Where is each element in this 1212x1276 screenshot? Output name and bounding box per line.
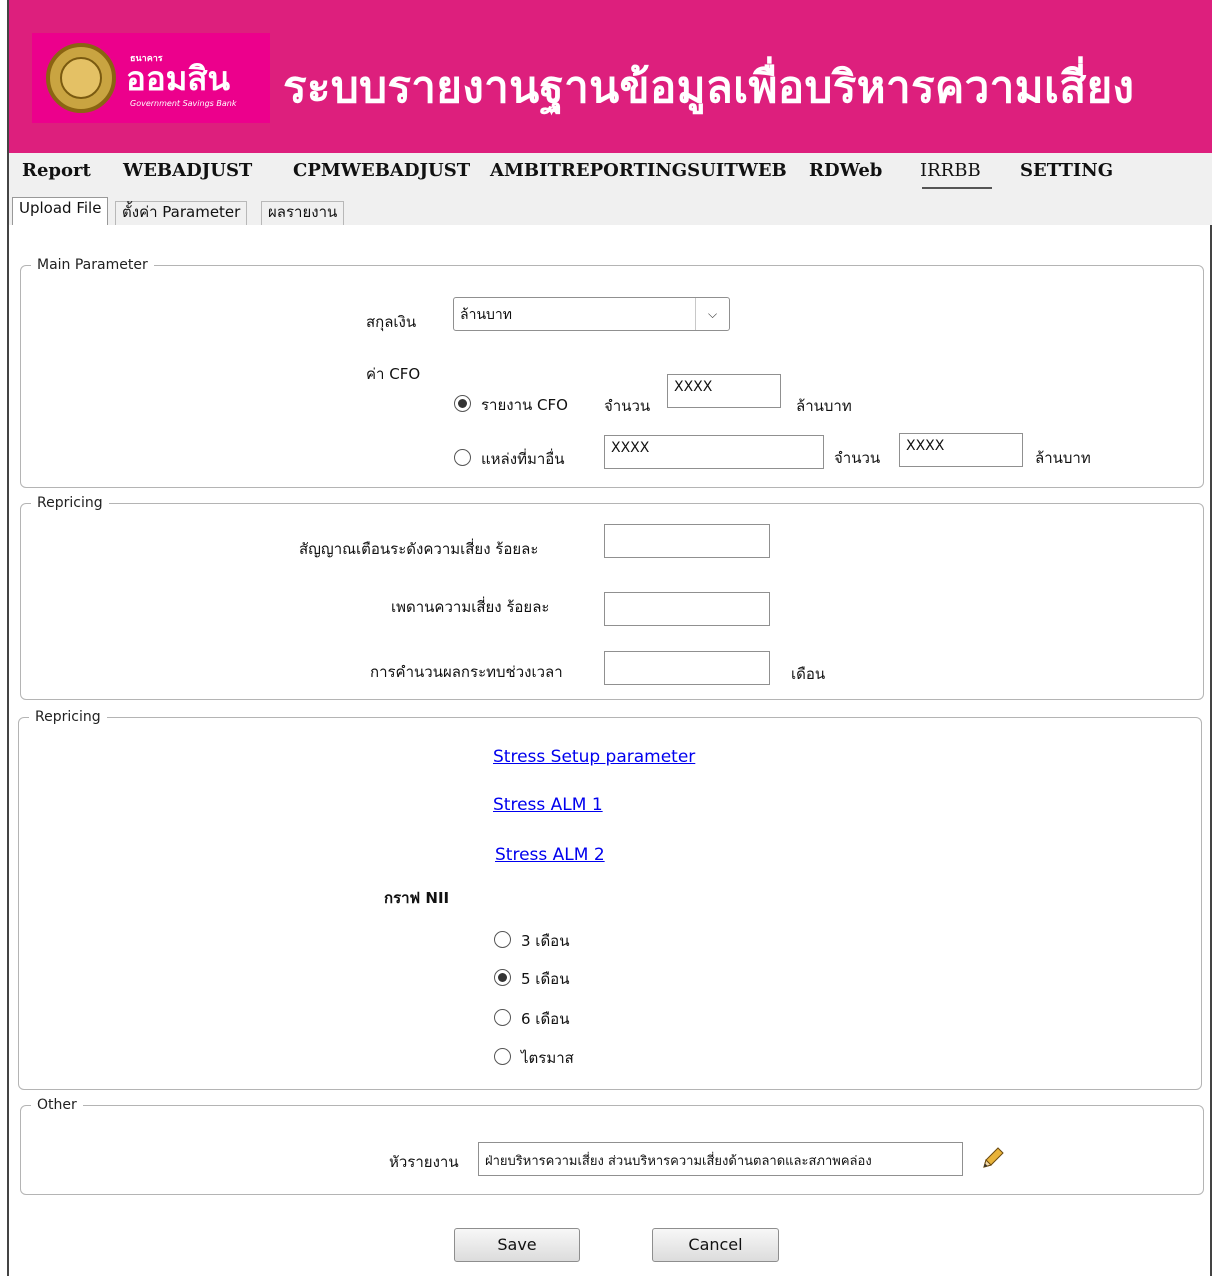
app-header: ธนาคาร ออมสิน Government Savings Bank ระ…	[9, 0, 1212, 153]
menu-item-webadjust[interactable]: WEBADJUST	[123, 160, 252, 181]
stress-legend: Repricing	[29, 709, 107, 725]
impact-period-input[interactable]	[604, 651, 770, 685]
cfo-label: ค่า CFO	[366, 365, 421, 383]
nii-option-quarter-label: ไตรมาส	[521, 1049, 574, 1067]
warning-level-input[interactable]	[604, 524, 770, 558]
menu-item-setting[interactable]: SETTING	[1020, 160, 1113, 181]
warning-level-label: สัญญาณเตือนระดังความเสี่ยง ร้อยละ	[299, 540, 539, 558]
tab-report-result[interactable]: ผลรายงาน	[261, 201, 345, 225]
other-amount-label: จำนวน	[834, 449, 881, 467]
currency-select[interactable]: ล้านบาท ⌵	[453, 297, 730, 331]
logo-name: ออมสิน	[126, 59, 231, 98]
active-menu-underline	[922, 187, 992, 189]
menu-item-ambitreportingsuitweb[interactable]: AMBITREPORTINGSUITWEB	[490, 160, 787, 181]
top-menu: Report WEBADJUST CPMWEBADJUST AMBITREPOR…	[9, 153, 1212, 195]
repricing-legend: Repricing	[31, 495, 109, 511]
nii-graph-label: กราฟ NII	[384, 889, 450, 907]
other-amount-input[interactable]: XXXX	[899, 433, 1023, 467]
main-parameter-legend: Main Parameter	[31, 257, 154, 273]
cfo-amount-input[interactable]: XXXX	[667, 374, 781, 408]
nii-option-5-months-radio[interactable]	[494, 969, 511, 986]
impact-period-label: การคำนวนผลกระทบช่วงเวลา	[370, 663, 563, 681]
save-button[interactable]: Save	[454, 1228, 580, 1262]
other-legend: Other	[31, 1097, 83, 1113]
app-title: ระบบรายงานฐานข้อมูลเพื่อบริหารความเสี่ยง	[283, 62, 1135, 113]
risk-ceiling-label: เพดานความเสี่ยง ร้อยละ	[391, 598, 550, 616]
seal-icon	[46, 43, 116, 113]
stress-alm-1-link[interactable]: Stress ALM 1	[493, 795, 603, 815]
menu-item-rdweb[interactable]: RDWeb	[809, 160, 882, 181]
other-source-label: แหล่งที่มาอื่น	[481, 450, 565, 468]
other-source-input[interactable]: XXXX	[604, 435, 824, 469]
tab-upload-file[interactable]: Upload File	[12, 197, 109, 225]
chevron-down-icon: ⌵	[695, 298, 729, 330]
nii-option-6-months-label: 6 เดือน	[521, 1010, 570, 1028]
stress-group: Repricing	[18, 709, 1202, 1090]
currency-select-value: ล้านบาท	[460, 307, 512, 323]
report-header-label: หัวรายงาน	[389, 1153, 459, 1171]
nii-option-5-months-label: 5 เดือน	[521, 970, 570, 988]
menu-item-report[interactable]: Report	[22, 160, 91, 181]
cfo-report-radio[interactable]	[454, 395, 471, 412]
nii-option-quarter-radio[interactable]	[494, 1048, 511, 1065]
nii-option-3-months-radio[interactable]	[494, 931, 511, 948]
bank-logo: ธนาคาร ออมสิน Government Savings Bank	[32, 33, 270, 123]
currency-label: สกุลเงิน	[366, 313, 417, 331]
menu-item-irrbb[interactable]: IRRBB	[920, 160, 981, 181]
cfo-amount-label: จำนวน	[604, 397, 651, 415]
stress-setup-parameter-link[interactable]: Stress Setup parameter	[493, 747, 695, 767]
impact-month-unit: เดือน	[791, 665, 826, 683]
cfo-unit-label: ล้านบาท	[796, 397, 852, 415]
menu-item-cpmwebadjust[interactable]: CPMWEBADJUST	[293, 160, 470, 181]
tab-bar: Upload File ตั้งค่า Parameter ผลรายงาน	[9, 195, 1212, 225]
cfo-report-label: รายงาน CFO	[481, 396, 568, 414]
risk-ceiling-input[interactable]	[604, 592, 770, 626]
report-header-input[interactable]: ฝ่ายบริหารความเสี่ยง ส่วนบริหารความเสี่ย…	[478, 1142, 963, 1176]
other-source-radio[interactable]	[454, 449, 471, 466]
nii-option-3-months-label: 3 เดือน	[521, 932, 570, 950]
cancel-button[interactable]: Cancel	[652, 1228, 779, 1262]
nii-option-6-months-radio[interactable]	[494, 1009, 511, 1026]
tab-parameter[interactable]: ตั้งค่า Parameter	[115, 201, 248, 225]
stress-alm-2-link[interactable]: Stress ALM 2	[495, 845, 605, 865]
pencil-icon[interactable]	[980, 1145, 1006, 1171]
logo-subtitle: Government Savings Bank	[130, 99, 237, 108]
other-unit-label: ล้านบาท	[1035, 449, 1091, 467]
